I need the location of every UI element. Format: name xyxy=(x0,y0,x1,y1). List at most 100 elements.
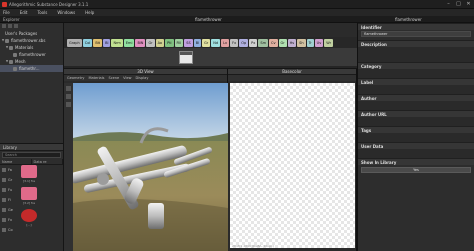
library-item-label: [...] xyxy=(26,223,32,227)
show-in-library-dropdown[interactable]: Yes xyxy=(361,167,471,173)
library-item-label: [3.2] fre xyxy=(22,201,36,205)
graph-node-button[interactable]: Gr xyxy=(278,38,287,47)
library-item[interactable]: [3.1] fre xyxy=(18,165,40,187)
document-header-strip: Explorer flamethrower flamethrower xyxy=(0,16,474,23)
library-title: Library xyxy=(0,144,63,151)
library-category[interactable]: Fa xyxy=(0,165,16,175)
graph-node-button[interactable]: Op xyxy=(239,38,249,47)
new-package-icon[interactable] xyxy=(2,24,6,28)
graph-node-button[interactable]: Gr xyxy=(146,38,155,47)
label-field[interactable] xyxy=(358,85,474,94)
library-category[interactable]: Fi xyxy=(0,195,16,205)
author-field[interactable] xyxy=(358,101,474,110)
library-category[interactable]: Ge xyxy=(0,205,16,215)
menu-display[interactable]: Display xyxy=(135,75,148,81)
graph-node-button[interactable]: Bl xyxy=(103,38,111,47)
menu-edit[interactable]: Edit xyxy=(20,10,28,15)
menu-scene[interactable]: Scene xyxy=(109,75,120,81)
properties-tab[interactable]: flamethrower xyxy=(395,17,422,22)
graph-node-button[interactable]: Lv xyxy=(221,38,230,47)
tree-item-graph[interactable]: flamethrower xyxy=(0,51,63,58)
graph-node-button[interactable]: Graph xyxy=(67,38,82,47)
tree-item-mesh-folder[interactable]: ▼ Mesh xyxy=(0,58,63,65)
tree-item-materials-folder[interactable]: ▼ Materials xyxy=(0,44,63,51)
graph-node-button[interactable]: Gr xyxy=(202,38,211,47)
library-panel: Library Search Name Data re Fa Gr Fu Fi … xyxy=(0,143,64,251)
tree-item-mesh-resource[interactable]: flamethr... xyxy=(0,65,63,72)
graph-node-toolbar: Graph Col Bit Bl Nrm Emi BlN Gr Ao Ptl Fill SS Bl Gr N… xyxy=(64,37,357,48)
maximize-icon[interactable]: □ xyxy=(456,2,461,7)
menu-help[interactable]: Help xyxy=(85,10,94,15)
library-category[interactable]: Co xyxy=(0,225,16,235)
graph-node-button[interactable]: Cv xyxy=(269,38,278,47)
graph-node-button[interactable]: Fx xyxy=(230,38,239,47)
user-data-label: User Data xyxy=(358,142,474,149)
library-category[interactable]: Fx xyxy=(0,215,16,225)
author-url-field[interactable] xyxy=(358,117,474,126)
graph-node-button[interactable]: Bl xyxy=(193,38,202,47)
column-name[interactable]: Name xyxy=(0,159,32,164)
graph-node-button[interactable]: BlN xyxy=(135,38,146,47)
library-search-input[interactable]: Search xyxy=(2,152,61,158)
2d-canvas[interactable] xyxy=(230,83,355,248)
graph-node[interactable] xyxy=(179,51,193,64)
category-icon xyxy=(2,198,6,202)
graph-node-button[interactable]: Px xyxy=(249,38,258,47)
menu-windows[interactable]: Windows xyxy=(57,10,75,15)
explorer-tree: User's Packages ▼ flamethrower.sbs ▼ Mat… xyxy=(0,29,63,72)
graph-node-button[interactable]: Nd xyxy=(211,38,221,47)
graph-node-button[interactable]: Emi xyxy=(123,38,135,47)
graph-node-button[interactable]: Col xyxy=(82,38,93,47)
library-item[interactable]: [...] xyxy=(18,209,40,231)
minimize-icon[interactable]: – xyxy=(446,2,451,7)
substance-logo-icon xyxy=(21,209,37,222)
graph-node-button[interactable]: Sh xyxy=(297,38,306,47)
library-category[interactable]: Gr xyxy=(0,175,16,185)
close-icon[interactable]: ✕ xyxy=(466,2,471,7)
graph-node-button[interactable]: Tr xyxy=(306,38,314,47)
graph-node-button[interactable]: Wr xyxy=(324,38,334,47)
user-data-field[interactable] xyxy=(358,149,474,158)
menu-geometry[interactable]: Geometry xyxy=(67,75,84,81)
library-item[interactable]: [3.2] fre xyxy=(18,187,40,209)
explorer-tab[interactable]: Explorer xyxy=(3,17,20,22)
graph-node-button[interactable]: SS xyxy=(184,38,193,47)
graph-node-button[interactable]: Bit xyxy=(93,38,103,47)
graph-node-button[interactable]: Uv xyxy=(314,38,324,47)
open-package-icon[interactable] xyxy=(8,24,12,28)
tree-item-package[interactable]: ▼ flamethrower.sbs xyxy=(0,37,63,44)
window-controls: – □ ✕ xyxy=(446,2,471,7)
graph-document-tab[interactable]: flamethrower xyxy=(195,17,222,22)
tags-field[interactable] xyxy=(358,133,474,142)
graph-node-button[interactable]: Hs xyxy=(287,38,297,47)
graph-node-button[interactable]: Nrm xyxy=(111,38,123,47)
library-category[interactable]: Fu xyxy=(0,185,16,195)
graph-node-button[interactable]: Fill xyxy=(174,38,184,47)
title-bar: Allegorithmic Substance Designer 3.1.1 –… xyxy=(0,0,474,9)
explorer-panel: User's Packages ▼ flamethrower.sbs ▼ Mat… xyxy=(0,23,64,143)
menu-view[interactable]: View xyxy=(123,75,131,81)
tree-item-users-packages[interactable]: User's Packages xyxy=(0,30,63,37)
menu-file[interactable]: File xyxy=(3,10,10,15)
menu-tools[interactable]: Tools xyxy=(37,10,47,15)
light-icon[interactable] xyxy=(66,94,71,99)
2d-view-panel: Basecolor 2048 x 2048 (RGBA, 16bpc) xyxy=(228,69,357,251)
3d-viewport[interactable] xyxy=(73,83,228,251)
3d-view-menu: Geometry Materials Scene View Display xyxy=(64,75,227,81)
menu-materials[interactable]: Materials xyxy=(88,75,104,81)
category-icon xyxy=(2,208,6,212)
camera-icon[interactable] xyxy=(66,86,71,91)
2d-view-status: 2048 x 2048 (RGBA, 16bpc) xyxy=(232,244,274,248)
column-data[interactable]: Data re xyxy=(32,159,63,164)
render-icon[interactable] xyxy=(66,102,71,107)
graph-node-button[interactable]: Ao xyxy=(155,38,165,47)
description-field[interactable] xyxy=(358,47,474,62)
graph-canvas[interactable] xyxy=(64,48,357,69)
tree-item-label: flamethr... xyxy=(19,66,40,71)
graph-scrollbar[interactable] xyxy=(64,66,357,68)
save-package-icon[interactable] xyxy=(14,24,18,28)
library-items: [3.1] fre [3.2] fre [...] xyxy=(16,165,63,235)
category-field[interactable] xyxy=(358,69,474,78)
graph-node-button[interactable]: Sm xyxy=(258,38,268,47)
graph-node-button[interactable]: Ptl xyxy=(165,38,174,47)
